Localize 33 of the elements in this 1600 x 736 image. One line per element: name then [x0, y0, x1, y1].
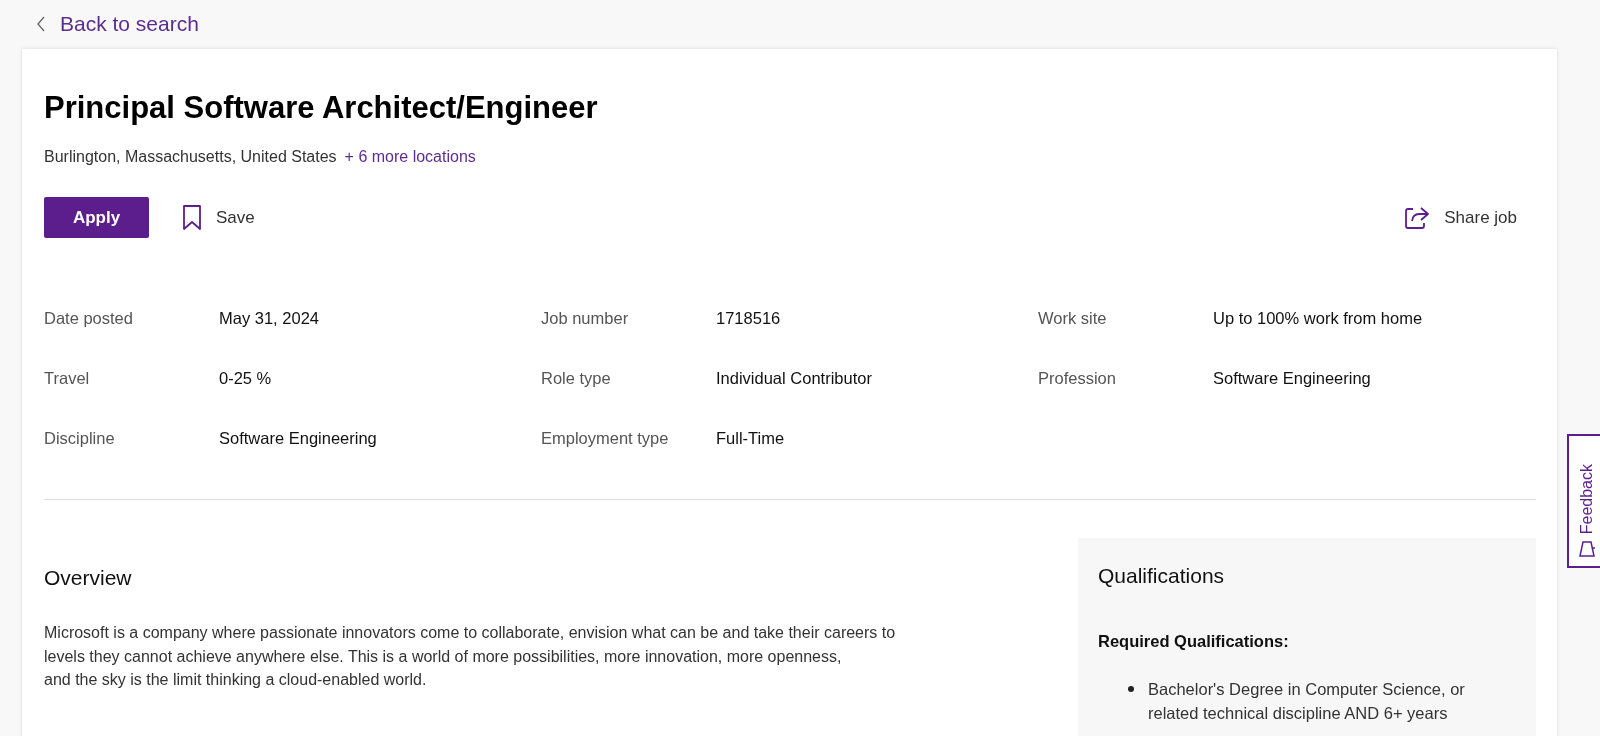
qualifications-heading: Qualifications — [1098, 564, 1226, 589]
apply-button[interactable]: Apply — [44, 197, 149, 239]
qualifications-subheading: Required Qualifications: — [1098, 632, 1290, 652]
share-button[interactable]: Share job — [1404, 205, 1517, 230]
job-title: Principal Software Architect/Engineer — [44, 89, 599, 127]
qualification-item: Bachelor's Degree in Computer Science, or related technical discipline AND 6+ years — [1148, 679, 1465, 725]
bookmark-icon — [182, 204, 202, 231]
detail-value: 1718516 — [716, 309, 782, 329]
detail-value: 0-25 % — [219, 369, 273, 389]
detail-label: Profession — [1038, 369, 1117, 389]
job-location: Burlington, Massachusetts, United States — [44, 148, 337, 167]
chevron-left-icon — [36, 16, 46, 32]
detail-label: Role type — [541, 369, 612, 389]
detail-label: Work site — [1038, 309, 1108, 329]
detail-value: Software Engineering — [1213, 369, 1372, 389]
detail-label: Date posted — [44, 309, 134, 329]
detail-label: Employment type — [541, 429, 670, 449]
detail-label: Discipline — [44, 429, 116, 449]
detail-value: Full-Time — [716, 429, 786, 449]
detail-value: Up to 100% work from home — [1213, 309, 1424, 329]
feedback-button[interactable]: Feedback — [1567, 434, 1600, 568]
more-locations-link[interactable]: + 6 more locations — [344, 148, 476, 167]
detail-value: Individual Contributor — [716, 369, 873, 389]
detail-label: Job number — [541, 309, 630, 329]
detail-value: May 31, 2024 — [219, 309, 320, 329]
share-icon — [1404, 205, 1431, 230]
back-link[interactable]: Back to search — [0, 0, 199, 38]
overview-heading: Overview — [44, 566, 133, 591]
overview-paragraph: Microsoft is a company where passionate innovators come to collaborate, envision what can be and take their careers to levels they cannot achieve anywhere else. This is a world of more possibilities, more innovation, more openness, and the sky is the limit thinking a cloud-enabled world. — [44, 623, 897, 691]
detail-value: Software Engineering — [219, 429, 378, 449]
bullet-icon — [1128, 686, 1134, 693]
save-button[interactable]: Save — [182, 204, 255, 231]
detail-label: Travel — [44, 369, 91, 389]
